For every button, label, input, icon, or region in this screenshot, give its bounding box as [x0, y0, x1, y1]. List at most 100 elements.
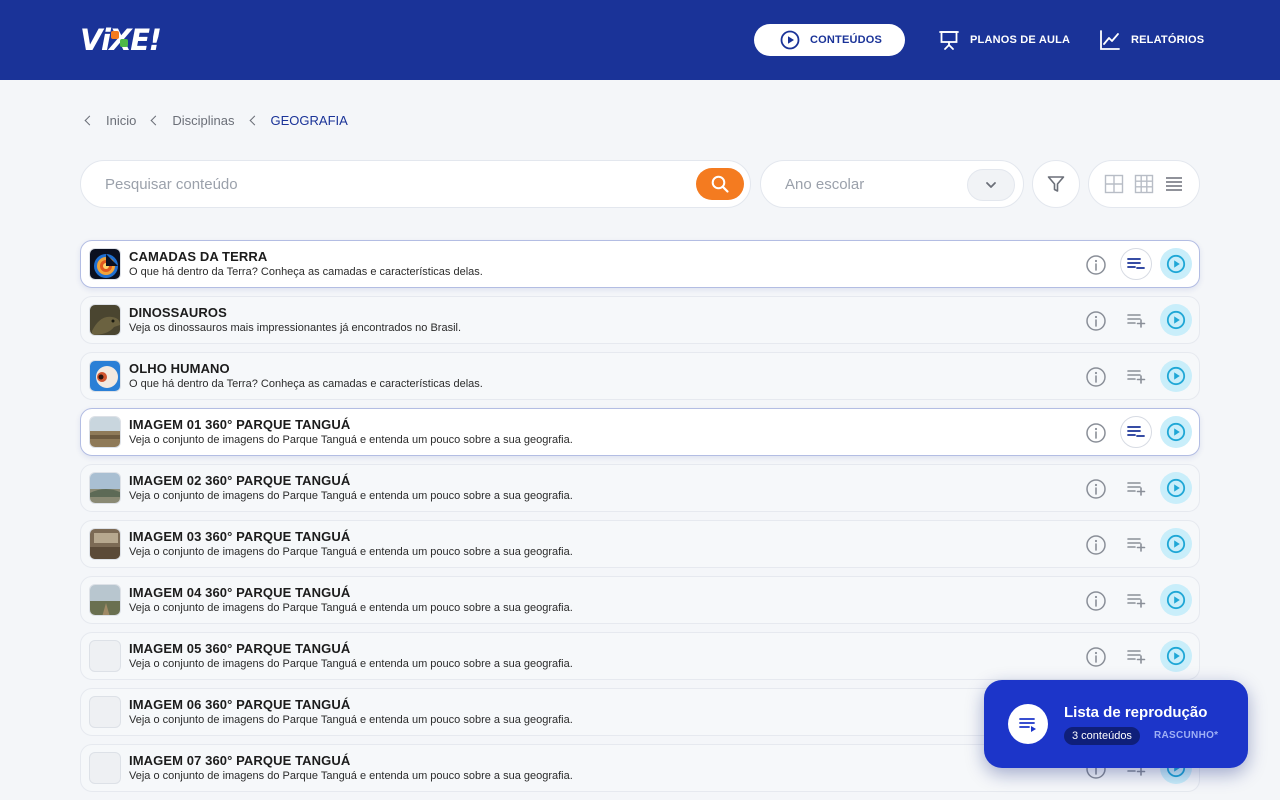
list-item[interactable]: IMAGEM 01 360° PARQUE TANGUÁ Veja o conju… [80, 408, 1200, 456]
breadcrumb-geografia: GEOGRAFIA [249, 113, 348, 128]
content-thumbnail [89, 752, 121, 784]
content-title: IMAGEM 02 360° PARQUE TANGUÁ [129, 473, 351, 488]
play-button[interactable] [1160, 360, 1192, 392]
play-circle-icon [1166, 366, 1186, 386]
nav-planos-de-aula[interactable]: PLANOS DE AULA [938, 24, 1070, 56]
content-description: O que há dentro da Terra? Conheça as cam… [129, 266, 483, 278]
ano-escolar-select[interactable]: Ano escolar [760, 160, 1024, 208]
content-description: Veja o conjunto de imagens do Parque Tan… [129, 490, 573, 502]
play-button[interactable] [1160, 640, 1192, 672]
play-circle-icon [1166, 534, 1186, 554]
info-icon[interactable] [1085, 310, 1107, 332]
search-button[interactable] [696, 168, 744, 200]
playlist-icon [1008, 704, 1048, 744]
nav-relatorios[interactable]: RELATÓRIOS [1099, 24, 1204, 56]
search-input[interactable]: Pesquisar conteúdo [80, 160, 751, 208]
content-description: O que há dentro da Terra? Conheça as cam… [129, 378, 483, 390]
content-description: Veja o conjunto de imagens do Parque Tan… [129, 714, 573, 726]
playlist-add-icon [1126, 478, 1146, 498]
nav-planos-label: PLANOS DE AULA [970, 34, 1071, 46]
playlist-card[interactable]: Lista de reprodução 3 conteúdos RASCUNHO… [984, 680, 1248, 768]
add-to-playlist-button[interactable] [1120, 640, 1152, 672]
breadcrumb-label: Inicio [106, 112, 137, 128]
breadcrumb-label: GEOGRAFIA [270, 112, 348, 128]
add-to-playlist-button[interactable] [1120, 584, 1152, 616]
nav-relatorios-label: RELATÓRIOS [1131, 34, 1205, 46]
content-thumbnail [89, 416, 121, 448]
chevron-left-icon [150, 115, 161, 125]
search-placeholder: Pesquisar conteúdo [105, 176, 238, 193]
content-thumbnail [89, 640, 121, 672]
ano-escolar-dropdown-button[interactable] [967, 169, 1015, 201]
list-item[interactable]: DINOSSAUROS Veja os dinossauros mais impr… [80, 296, 1200, 344]
content-description: Veja os dinossauros mais impressionantes… [129, 322, 462, 334]
play-circle-icon [1166, 590, 1186, 610]
add-to-playlist-button[interactable] [1120, 472, 1152, 504]
info-icon[interactable] [1085, 422, 1107, 444]
playlist-add-icon [1126, 646, 1146, 666]
breadcrumb-inicio[interactable]: Inicio [84, 113, 136, 128]
top-navbar: Vi X E! CONTEÚDOS PLANOS DE AULA RELATÓRIO… [0, 0, 1280, 80]
play-button[interactable] [1160, 584, 1192, 616]
nav-conteudos-label: CONTEÚDOS [810, 34, 883, 46]
content-thumbnail [89, 248, 121, 280]
content-title: IMAGEM 06 360° PARQUE TANGUÁ [129, 697, 351, 712]
list-item[interactable]: OLHO HUMANO O que há dentro da Terra? Con… [80, 352, 1200, 400]
play-circle-icon [1166, 254, 1186, 274]
add-to-playlist-button[interactable] [1120, 304, 1152, 336]
playlist-status: RASCUNHO* [1154, 730, 1219, 741]
list-item[interactable]: IMAGEM 02 360° PARQUE TANGUÁ Veja o conju… [80, 464, 1200, 512]
play-button[interactable] [1160, 472, 1192, 504]
chevron-left-icon [84, 115, 95, 125]
content-description: Veja o conjunto de imagens do Parque Tan… [129, 658, 573, 670]
add-to-playlist-button[interactable] [1120, 360, 1152, 392]
content-thumbnail [89, 472, 121, 504]
playlist-add-icon [1126, 534, 1146, 554]
remove-from-playlist-button[interactable] [1120, 416, 1152, 448]
vixe-logo[interactable]: Vi X E! [80, 25, 162, 55]
info-icon[interactable] [1085, 366, 1107, 388]
play-button[interactable] [1160, 528, 1192, 560]
breadcrumb-disciplinas[interactable]: Disciplinas [150, 113, 235, 128]
content-description: Veja o conjunto de imagens do Parque Tan… [129, 434, 573, 446]
content-title: IMAGEM 01 360° PARQUE TANGUÁ [129, 417, 351, 432]
play-button[interactable] [1160, 248, 1192, 280]
playlist-added-icon [1126, 422, 1146, 442]
content-thumbnail [89, 360, 121, 392]
breadcrumb: Inicio Disciplinas GEOGRAFIA [84, 112, 362, 128]
presentation-board-icon [939, 31, 959, 50]
list-item[interactable]: IMAGEM 05 360° PARQUE TANGUÁ Veja o conju… [80, 632, 1200, 680]
info-icon[interactable] [1085, 478, 1107, 500]
content-description: Veja o conjunto de imagens do Parque Tan… [129, 546, 573, 558]
play-circle-icon [780, 30, 800, 50]
content-thumbnail [89, 304, 121, 336]
view-mode-switcher [1088, 160, 1200, 208]
content-title: IMAGEM 05 360° PARQUE TANGUÁ [129, 641, 351, 656]
play-circle-icon [1166, 422, 1186, 442]
info-icon[interactable] [1085, 646, 1107, 668]
play-button[interactable] [1160, 416, 1192, 448]
play-button[interactable] [1160, 304, 1192, 336]
play-circle-icon [1166, 646, 1186, 666]
playlist-add-icon [1126, 366, 1146, 386]
list-item[interactable]: IMAGEM 04 360° PARQUE TANGUÁ Veja o conju… [80, 576, 1200, 624]
chevron-down-icon [986, 182, 996, 188]
grid-small-icon[interactable] [1134, 174, 1154, 194]
filter-button[interactable] [1032, 160, 1080, 208]
content-title: DINOSSAUROS [129, 305, 227, 320]
list-item[interactable]: CAMADAS DA TERRA O que há dentro da Terra… [80, 240, 1200, 288]
search-icon [711, 175, 729, 193]
content-thumbnail [89, 528, 121, 560]
list-item[interactable]: IMAGEM 03 360° PARQUE TANGUÁ Veja o conju… [80, 520, 1200, 568]
ano-escolar-placeholder: Ano escolar [785, 176, 865, 193]
info-icon[interactable] [1085, 254, 1107, 276]
content-title: IMAGEM 07 360° PARQUE TANGUÁ [129, 753, 351, 768]
list-icon[interactable] [1164, 174, 1184, 194]
info-icon[interactable] [1085, 590, 1107, 612]
remove-from-playlist-button[interactable] [1120, 248, 1152, 280]
info-icon[interactable] [1085, 534, 1107, 556]
playlist-count-badge: 3 conteúdos [1064, 727, 1140, 745]
add-to-playlist-button[interactable] [1120, 528, 1152, 560]
grid-large-icon[interactable] [1104, 174, 1124, 194]
nav-conteudos[interactable]: CONTEÚDOS [754, 24, 905, 56]
